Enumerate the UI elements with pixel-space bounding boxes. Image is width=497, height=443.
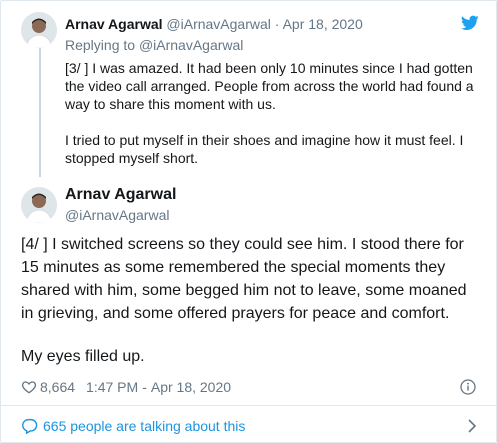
- parent-tweet-paragraph: I tried to put myself in their shoes and…: [65, 132, 464, 166]
- like-count[interactable]: 8,664: [40, 379, 75, 395]
- replying-to-handle[interactable]: @iArnavAgarwal: [139, 37, 243, 53]
- parent-tweet-header: Arnav Agarwal @iArnavAgarwal · Apr 18, 2…: [65, 16, 363, 32]
- thread-connector-line: [39, 47, 41, 177]
- parent-tweet-text: [3/ ] I was amazed. It had been only 10 …: [65, 59, 481, 185]
- parent-author-avatar[interactable]: [21, 12, 57, 48]
- replying-to-label: Replying to: [65, 37, 136, 53]
- main-tweet-text: [4/ ] I switched screens so they could s…: [21, 233, 481, 388]
- conversation-label[interactable]: 665 people are talking about this: [43, 418, 245, 434]
- tweet-footer: 8,664 1:47 PM - Apr 18, 2020: [21, 379, 231, 395]
- main-tweet-paragraph: My eyes filled up.: [21, 348, 145, 365]
- main-author-name[interactable]: Arnav Agarwal: [65, 186, 176, 204]
- embedded-tweet-card: Arnav Agarwal @iArnavAgarwal · Apr 18, 2…: [0, 0, 497, 443]
- tweet-time[interactable]: 1:47 PM: [86, 379, 138, 395]
- replying-to-line: Replying to @iArnavAgarwal: [65, 37, 243, 53]
- header-separator: ·: [274, 16, 280, 32]
- parent-tweet-date[interactable]: Apr 18, 2020: [283, 16, 363, 32]
- main-author-handle[interactable]: @iArnavAgarwal: [65, 207, 169, 223]
- conversation-link[interactable]: 665 people are talking about this: [21, 418, 245, 434]
- heart-icon[interactable]: [21, 379, 37, 395]
- twitter-bird-icon[interactable]: [461, 15, 479, 31]
- tweet-date[interactable]: Apr 18, 2020: [151, 379, 231, 395]
- parent-author-handle[interactable]: @iArnavAgarwal: [166, 16, 270, 32]
- chevron-right-icon[interactable]: [467, 419, 477, 433]
- footer-divider: [1, 405, 497, 406]
- parent-tweet-paragraph: [3/ ] I was amazed. It had been only 10 …: [65, 60, 474, 112]
- info-icon[interactable]: [460, 379, 476, 395]
- main-author-avatar[interactable]: [21, 187, 57, 223]
- parent-author-name[interactable]: Arnav Agarwal: [65, 16, 163, 32]
- speech-bubble-icon: [22, 418, 38, 434]
- main-tweet-paragraph: [4/ ] I switched screens so they could s…: [21, 236, 467, 322]
- footer-separator: -: [142, 379, 147, 395]
